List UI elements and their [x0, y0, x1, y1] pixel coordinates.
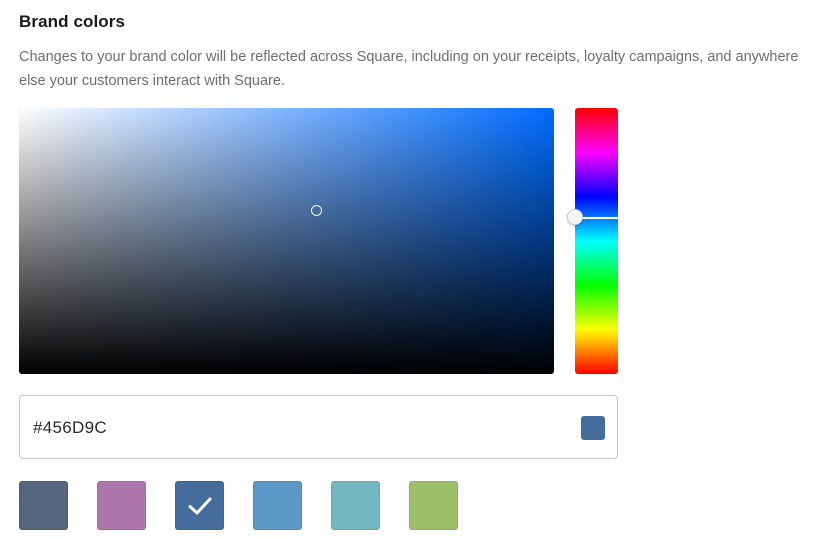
hue-slider[interactable]: [567, 108, 618, 374]
black-gradient-layer: [19, 108, 554, 374]
color-swatch[interactable]: [409, 481, 458, 530]
section-title: Brand colors: [19, 12, 126, 31]
color-swatch[interactable]: [19, 481, 68, 530]
saturation-brightness-area[interactable]: [19, 108, 554, 374]
color-swatch[interactable]: [175, 481, 224, 530]
hex-color-field[interactable]: [19, 395, 618, 459]
section-description: Changes to your brand color will be refl…: [19, 49, 799, 89]
hex-color-preview: [581, 416, 605, 440]
color-swatch[interactable]: [331, 481, 380, 530]
color-swatch[interactable]: [253, 481, 302, 530]
hue-slider-handle[interactable]: [567, 209, 583, 226]
checkmark-icon: [187, 496, 213, 516]
hex-color-input[interactable]: [33, 416, 513, 440]
color-swatch[interactable]: [97, 481, 146, 530]
